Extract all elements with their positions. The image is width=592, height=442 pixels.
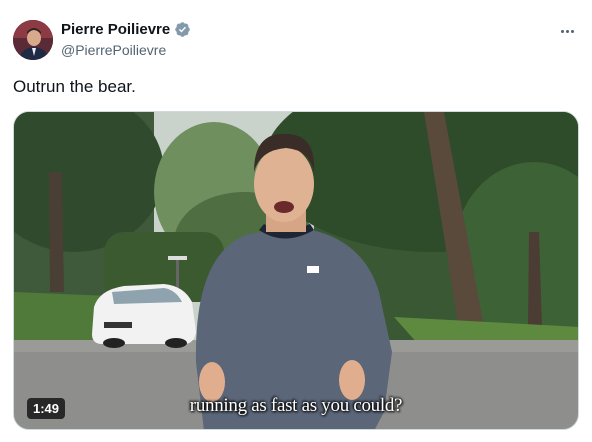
video-frame xyxy=(14,112,578,429)
video-player[interactable]: 1:49 running as fast as you could? xyxy=(13,111,579,430)
dot xyxy=(560,29,564,33)
display-name[interactable]: Pierre Poilievre xyxy=(61,21,170,38)
more-options-icon[interactable] xyxy=(556,22,578,40)
avatar[interactable] xyxy=(13,20,53,60)
dot xyxy=(570,29,574,33)
dot xyxy=(565,29,569,33)
author-name-row[interactable]: Pierre Poilievre xyxy=(61,21,191,38)
verified-badge-icon xyxy=(174,21,191,38)
profile-photo-icon xyxy=(13,20,53,60)
author-handle[interactable]: @PierrePoilievre xyxy=(61,42,166,58)
tweet-text: Outrun the bear. xyxy=(13,77,136,96)
video-caption: running as fast as you could? xyxy=(189,395,403,416)
